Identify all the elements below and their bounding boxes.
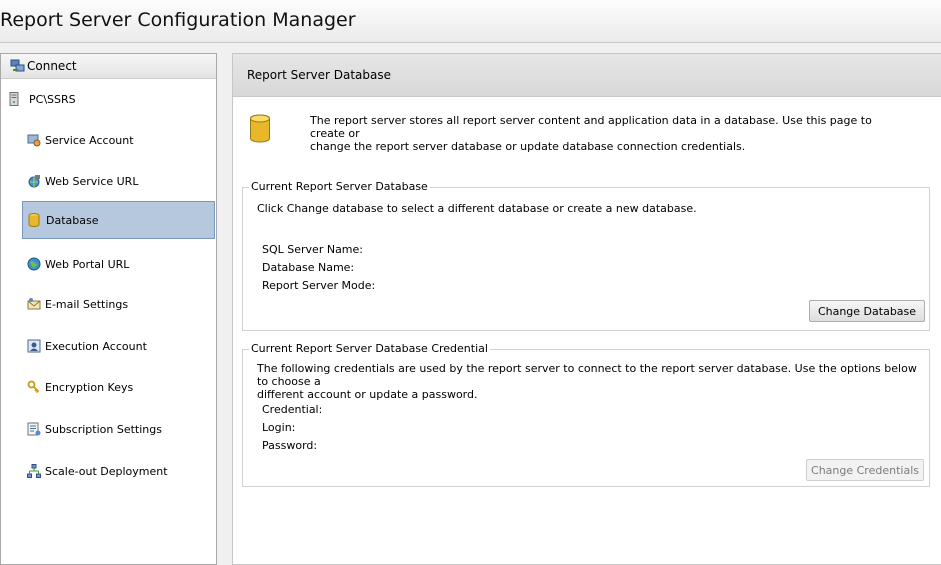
sidebar-item-web-service-url[interactable]: Web Service URL xyxy=(22,162,215,200)
sidebar-item-subscription-settings[interactable]: Subscription Settings xyxy=(22,410,215,448)
group-legend: Current Report Server Database xyxy=(249,180,430,193)
connect-label: Connect xyxy=(27,59,77,73)
password-label: Password: xyxy=(262,439,318,452)
sidebar-item-label: Execution Account xyxy=(45,339,147,353)
sidebar-item-scale-out-deployment[interactable]: Scale-out Deployment xyxy=(22,452,215,490)
sidebar-item-label: Web Portal URL xyxy=(45,257,130,271)
intro-text: The report server stores all report serv… xyxy=(310,114,910,153)
database-icon xyxy=(249,114,271,144)
sidebar-item-web-portal-url[interactable]: Web Portal URL xyxy=(22,245,215,283)
sidebar-item-encryption-keys[interactable]: Encryption Keys xyxy=(22,368,215,406)
page-header: Report Server Database xyxy=(233,54,941,97)
web-service-url-icon xyxy=(27,174,41,188)
email-settings-icon xyxy=(27,297,41,311)
sidebar-item-label: Web Service URL xyxy=(45,174,139,188)
intro-line: The report server stores all report serv… xyxy=(310,114,872,140)
sidebar-item-label: Encryption Keys xyxy=(45,380,134,394)
group-description: Click Change database to select a differ… xyxy=(257,202,697,215)
sidebar-item-label: E-mail Settings xyxy=(45,297,129,311)
sidebar-item-label: Service Account xyxy=(45,133,134,147)
subscription-settings-icon xyxy=(27,422,41,436)
server-name: PC\SSRS xyxy=(29,92,76,106)
server-icon xyxy=(9,92,23,106)
service-account-icon xyxy=(27,133,41,147)
server-node[interactable]: PC\SSRS xyxy=(9,92,76,106)
credential-group: Current Report Server Database Credentia… xyxy=(242,342,930,487)
login-label: Login: xyxy=(262,421,296,434)
globe-icon xyxy=(27,257,41,271)
group-legend: Current Report Server Database Credentia… xyxy=(249,342,490,355)
database-icon xyxy=(28,213,42,227)
sidebar: Connect PC\SSRS Service Account Web Serv… xyxy=(0,53,217,565)
description-line: The following credentials are used by th… xyxy=(257,362,917,388)
change-database-button[interactable]: Change Database xyxy=(809,300,925,322)
sidebar-item-execution-account[interactable]: Execution Account xyxy=(22,327,215,365)
intro-line: change the report server database or upd… xyxy=(310,140,746,153)
sidebar-item-label: Database xyxy=(46,213,99,227)
encryption-keys-icon xyxy=(27,380,41,394)
window-title: Report Server Configuration Manager xyxy=(0,9,356,31)
sidebar-item-label: Scale-out Deployment xyxy=(45,464,168,478)
group-description: The following credentials are used by th… xyxy=(257,362,927,401)
page-title: Report Server Database xyxy=(247,68,392,82)
connect-icon xyxy=(10,59,25,73)
sidebar-item-service-account[interactable]: Service Account xyxy=(22,121,215,159)
report-server-mode-label: Report Server Mode: xyxy=(262,279,376,292)
execution-account-icon xyxy=(27,339,41,353)
credential-label: Credential: xyxy=(262,403,323,416)
title-bar: Report Server Configuration Manager xyxy=(0,0,941,43)
connect-button[interactable]: Connect xyxy=(1,54,216,79)
change-credentials-button[interactable]: Change Credentials xyxy=(806,459,924,481)
sidebar-item-email-settings[interactable]: E-mail Settings xyxy=(22,285,215,323)
sql-server-name-label: SQL Server Name: xyxy=(262,243,363,256)
sidebar-item-database[interactable]: Database xyxy=(22,201,215,239)
database-name-label: Database Name: xyxy=(262,261,355,274)
description-line: different account or update a password. xyxy=(257,388,478,401)
main-panel: Report Server Database The report server… xyxy=(232,53,941,565)
scale-out-deployment-icon xyxy=(27,464,41,478)
current-database-group: Current Report Server Database Click Cha… xyxy=(242,180,930,331)
sidebar-item-label: Subscription Settings xyxy=(45,422,162,436)
